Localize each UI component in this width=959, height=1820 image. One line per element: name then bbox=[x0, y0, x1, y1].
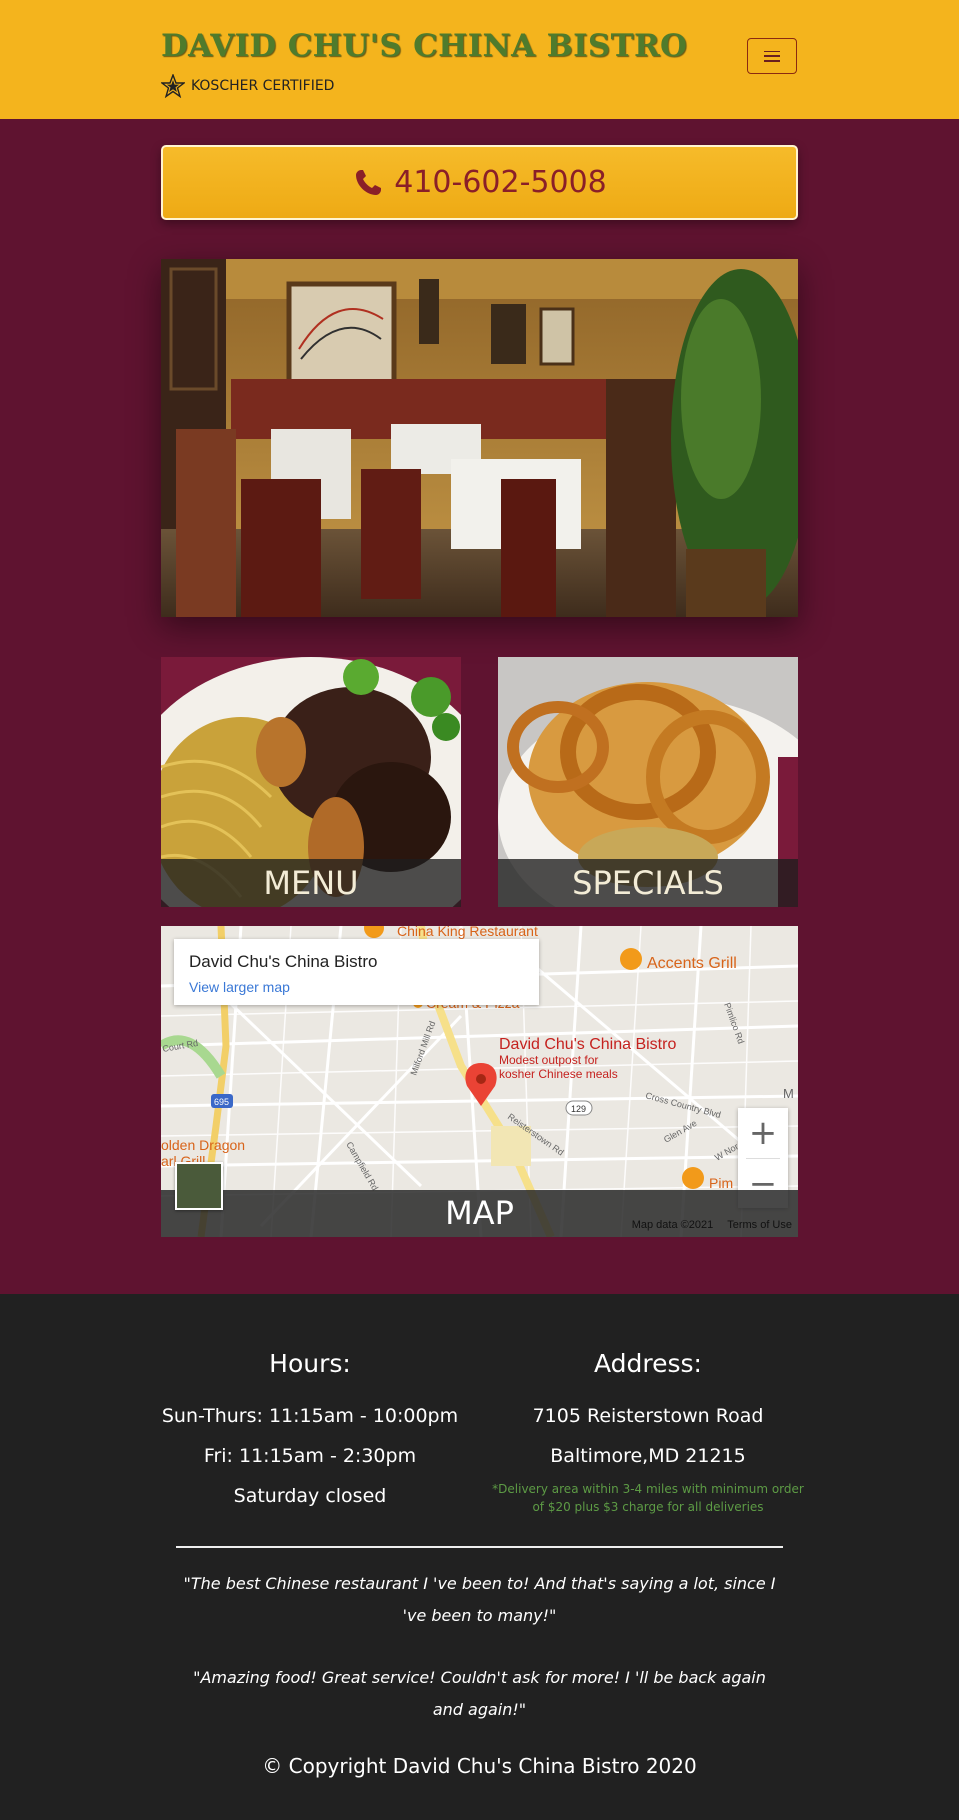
phone-number: 410-602-5008 bbox=[394, 165, 607, 200]
map-embed[interactable]: China King Restaurant Accents Grill Crea… bbox=[161, 926, 798, 1237]
address-line-1: 7105 Reisterstown Road bbox=[532, 1405, 764, 1427]
star-icon bbox=[161, 74, 185, 98]
terms-of-use-link[interactable]: Terms of Use bbox=[727, 1219, 792, 1231]
hamburger-icon bbox=[764, 50, 780, 62]
map-data-label: Map data ©2021 bbox=[631, 1219, 714, 1231]
delivery-note: *Delivery area within 3-4 miles with min… bbox=[492, 1482, 804, 1514]
testimonial-quote: "The best Chinese restaurant I 've been … bbox=[183, 1574, 776, 1625]
address-line-2: Baltimore,MD 21215 bbox=[550, 1445, 746, 1467]
address-title: Address: bbox=[594, 1349, 702, 1378]
satellite-toggle[interactable] bbox=[175, 1162, 223, 1210]
map-label-695: 695 bbox=[214, 1097, 229, 1107]
map-attribution: Map data ©2021 Terms of Use bbox=[632, 1219, 792, 1231]
map-label-m: M bbox=[783, 1086, 794, 1101]
menu-caption: MENU bbox=[161, 859, 461, 907]
zoom-in-button[interactable]: + bbox=[738, 1108, 788, 1158]
call-button[interactable]: 410-602-5008 bbox=[161, 145, 798, 220]
nav-toggle-button[interactable] bbox=[747, 38, 797, 74]
kosher-label: KOSCHER CERTIFIED bbox=[191, 78, 335, 94]
testimonial-quote: "Amazing food! Great service! Couldn't a… bbox=[193, 1668, 766, 1719]
hours-line: Sun-Thurs: 11:15am - 10:00pm bbox=[161, 1405, 459, 1427]
map-place-name: David Chu's China Bistro bbox=[189, 952, 378, 971]
specials-caption: SPECIALS bbox=[498, 859, 798, 907]
footer-divider bbox=[176, 1546, 783, 1548]
kosher-certified: KOSCHER CERTIFIED bbox=[161, 74, 334, 98]
site-header: DAVID CHU'S CHINA BISTRO KOSCHER CERTIFI… bbox=[0, 0, 959, 119]
site-footer: Hours: Sun-Thurs: 11:15am - 10:00pm Fri:… bbox=[0, 1294, 959, 1820]
map-pin-desc-2: kosher Chinese meals bbox=[499, 1067, 618, 1081]
map-pin-title: David Chu's China Bistro bbox=[499, 1036, 676, 1053]
hours-title: Hours: bbox=[269, 1349, 351, 1378]
map-label-pim: Pim bbox=[709, 1175, 733, 1191]
map-label-129: 129 bbox=[571, 1104, 586, 1114]
address-section: Address: 7105 Reisterstown Road Baltimor… bbox=[488, 1349, 808, 1516]
hours-section: Hours: Sun-Thurs: 11:15am - 10:00pm Fri:… bbox=[150, 1349, 470, 1516]
map-info-card: David Chu's China Bistro View larger map bbox=[174, 939, 539, 1005]
menu-tile[interactable]: MENU bbox=[161, 657, 461, 907]
map-label-golden-1: olden Dragon bbox=[161, 1137, 245, 1153]
phone-icon bbox=[356, 169, 382, 195]
hours-line: Saturday closed bbox=[233, 1485, 387, 1507]
map-label-accents: Accents Grill bbox=[647, 955, 737, 972]
map-label-china-king: China King Restaurant bbox=[397, 926, 538, 939]
restaurant-interior-image bbox=[161, 259, 798, 617]
view-larger-map-link[interactable]: View larger map bbox=[189, 979, 290, 995]
hours-line: Fri: 11:15am - 2:30pm bbox=[203, 1445, 417, 1467]
specials-tile[interactable]: SPECIALS bbox=[498, 657, 798, 907]
brand-title[interactable]: DAVID CHU'S CHINA BISTRO bbox=[161, 28, 687, 64]
map-pin-desc-1: Modest outpost for bbox=[499, 1053, 598, 1067]
copyright: © Copyright David Chu's China Bistro 202… bbox=[262, 1754, 697, 1778]
